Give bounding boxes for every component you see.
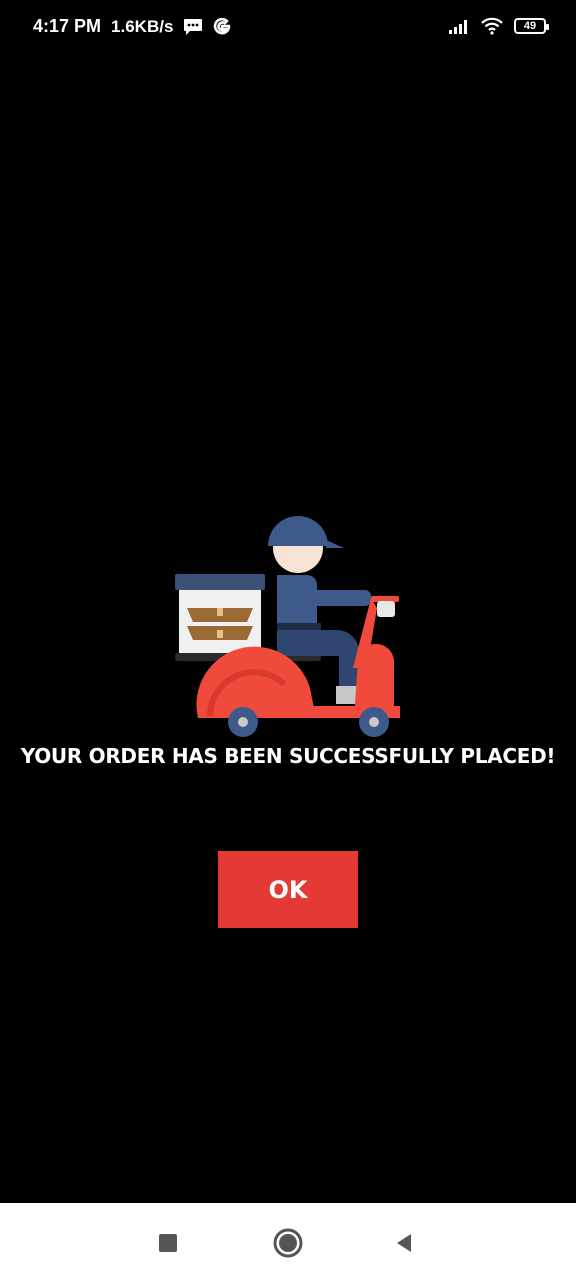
signal-icon <box>449 20 467 34</box>
status-time: 4:17 PM <box>33 16 102 36</box>
back-icon <box>397 1234 411 1252</box>
navigation-bar <box>0 1203 576 1280</box>
network-speed: 1.6KB/s <box>111 16 174 36</box>
recent-apps-button[interactable] <box>148 1223 188 1263</box>
delivery-scooter-illustration <box>175 516 400 737</box>
status-bar: 4:17 PM 1.6KB/s 49 <box>0 0 576 56</box>
home-icon <box>273 1228 303 1258</box>
rider-arm <box>307 590 371 606</box>
status-left: 4:17 PM 1.6KB/s <box>33 16 231 37</box>
rider-cap <box>268 516 328 546</box>
ok-button[interactable]: OK <box>218 851 358 928</box>
battery-icon: 49 <box>514 18 549 34</box>
box-lid <box>175 574 265 590</box>
order-success-message: YOUR ORDER HAS BEEN SUCCESSFULLY PLACED! <box>20 744 556 768</box>
back-button[interactable] <box>384 1223 424 1263</box>
status-right: 49 <box>448 17 549 35</box>
recent-apps-icon <box>159 1234 177 1252</box>
google-icon <box>214 17 231 34</box>
home-button[interactable] <box>268 1223 308 1263</box>
wifi-icon <box>481 17 503 35</box>
battery-level: 49 <box>523 20 537 32</box>
message-icon <box>184 18 203 35</box>
